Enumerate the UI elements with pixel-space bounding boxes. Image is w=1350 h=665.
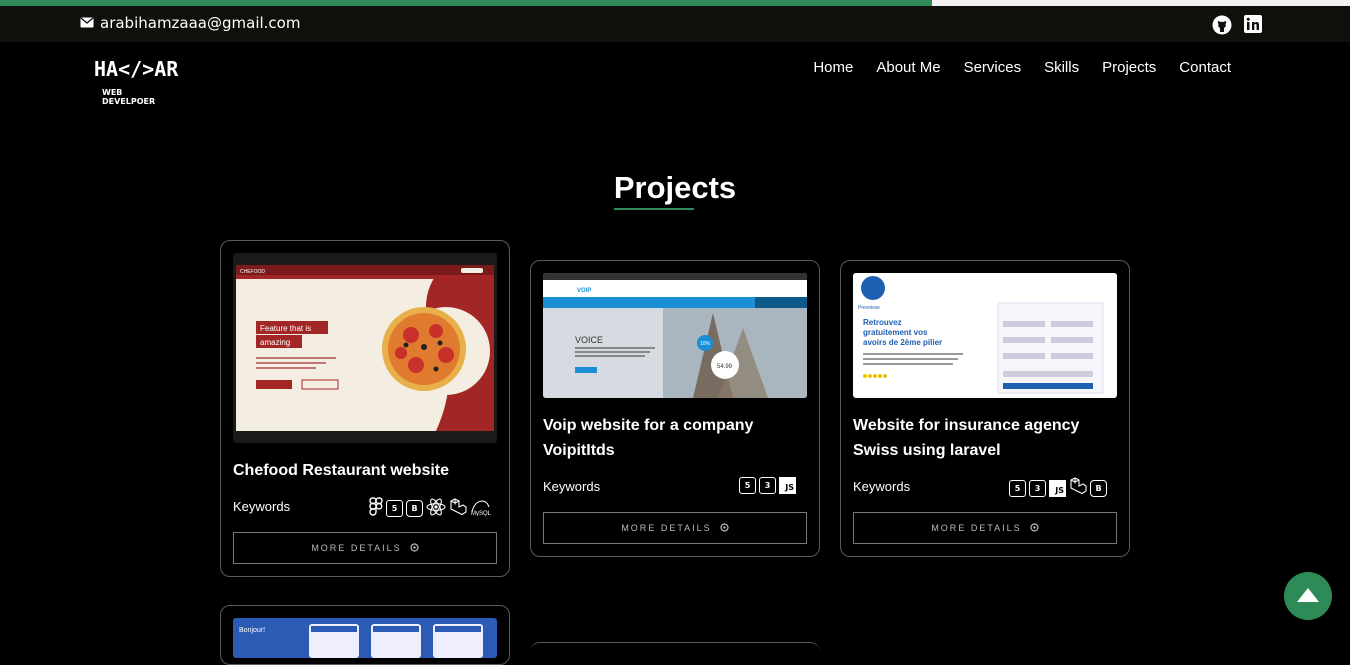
topbar: arabihamzaaa@gmail.com (0, 6, 1350, 42)
insure-headline-1: Retrouvez (863, 318, 902, 327)
project-card-mobile: Bonjour! (220, 605, 510, 665)
voip-badge: 10% (700, 341, 711, 347)
more-details-label: MORE DETAILS (931, 523, 1022, 533)
back-to-top-button[interactable] (1284, 572, 1332, 620)
title-underline (613, 208, 694, 210)
linkedin-icon[interactable] (1244, 15, 1262, 39)
bootstrap-icon: B (406, 500, 423, 517)
voip-price: 54.99 (717, 364, 733, 370)
svg-text:CHEFOOD: CHEFOOD (240, 269, 265, 275)
more-details-label: MORE DETAILS (311, 543, 402, 553)
voip-headline: VOICE (575, 335, 603, 345)
logo-subtitle: WEB DEVELPOER (102, 88, 156, 106)
svg-text:MySQL: MySQL (471, 511, 492, 516)
tech-icons: 5 3 JS (739, 477, 796, 494)
nav-skills[interactable]: Skills (1044, 59, 1079, 76)
css3-icon: 3 (1029, 479, 1046, 497)
topbar-email[interactable]: arabihamzaaa@gmail.com (80, 14, 300, 32)
github-icon[interactable] (1212, 15, 1232, 39)
project-card-chefood: CHEFOOD Feature that is amazing Chefood … (220, 240, 510, 577)
react-icon (426, 497, 446, 520)
mysql-icon: MySQL (470, 498, 492, 520)
header: HA</>AR WEB DEVELPOER Home About Me Serv… (0, 42, 1350, 122)
site-logo[interactable]: HA</>AR WEB DEVELPOER (94, 57, 179, 110)
keywords-label: Keywords (543, 479, 601, 494)
project-title: Voip website for a company VoipitItds (543, 417, 754, 459)
nav-about[interactable]: About Me (876, 59, 940, 76)
js-icon: JS (1049, 479, 1066, 497)
more-details-button[interactable]: MORE DETAILS (233, 532, 497, 564)
voip-brand: VOIP (577, 288, 591, 294)
project-thumbnail[interactable]: CHEFOOD Feature that is amazing (233, 253, 497, 443)
laravel-icon (449, 497, 467, 520)
section-title: Projects (613, 170, 736, 210)
project-card-insurance: Prevoisse Retrouvez gratuitement vos avo… (840, 260, 1130, 557)
html5-icon: 5 (1009, 479, 1026, 497)
main-nav: Home About Me Services Skills Projects C… (790, 59, 1231, 76)
tech-icons: 5 B MySQL (369, 497, 492, 520)
project-thumbnail[interactable]: Bonjour! (233, 618, 497, 658)
project-title: Chefood Restaurant website (233, 462, 450, 479)
html5-icon: 5 (739, 477, 756, 494)
envelope-icon (80, 14, 94, 32)
tech-icons: 5 3 JS B (1009, 477, 1107, 499)
mobile-headline: Bonjour! (239, 627, 265, 634)
project-card-partial (530, 642, 820, 652)
more-details-label: MORE DETAILS (621, 523, 712, 533)
chefood-headline-1: Feature that is (260, 324, 311, 333)
insure-brand: Prevoisse (858, 305, 880, 311)
logo-text: HA</>AR (94, 57, 179, 81)
js-icon: JS (779, 477, 796, 494)
project-thumbnail[interactable]: VOIP 10% 54.99 VOICE (543, 273, 807, 398)
project-thumbnail[interactable]: Prevoisse Retrouvez gratuitement vos avo… (853, 273, 1117, 398)
project-card-voip: VOIP 10% 54.99 VOICE Voip website for a … (530, 260, 820, 557)
insure-headline-2: gratuitement vos (863, 328, 928, 337)
more-details-button[interactable]: MORE DETAILS (853, 512, 1117, 544)
nav-home[interactable]: Home (813, 59, 853, 76)
eye-icon (1030, 522, 1039, 534)
figma-icon (369, 497, 383, 520)
project-title: Website for insurance agency Swiss using… (853, 417, 1080, 459)
html5-icon: 5 (386, 500, 403, 517)
laravel-icon (1069, 477, 1087, 499)
section-title-wrap: Projects (0, 170, 1350, 210)
nav-projects[interactable]: Projects (1102, 59, 1156, 76)
insure-headline-3: avoirs de 2ème pilier (863, 338, 942, 347)
eye-icon (720, 522, 729, 534)
chefood-headline-2: amazing (260, 338, 290, 347)
nav-services[interactable]: Services (964, 59, 1022, 76)
css3-icon: 3 (759, 477, 776, 494)
keywords-label: Keywords (233, 499, 291, 514)
bootstrap-icon: B (1090, 479, 1107, 497)
eye-icon (410, 542, 419, 554)
keywords-label: Keywords (853, 479, 911, 494)
more-details-button[interactable]: MORE DETAILS (543, 512, 807, 544)
email-text: arabihamzaaa@gmail.com (100, 14, 301, 32)
nav-contact[interactable]: Contact (1179, 59, 1231, 76)
